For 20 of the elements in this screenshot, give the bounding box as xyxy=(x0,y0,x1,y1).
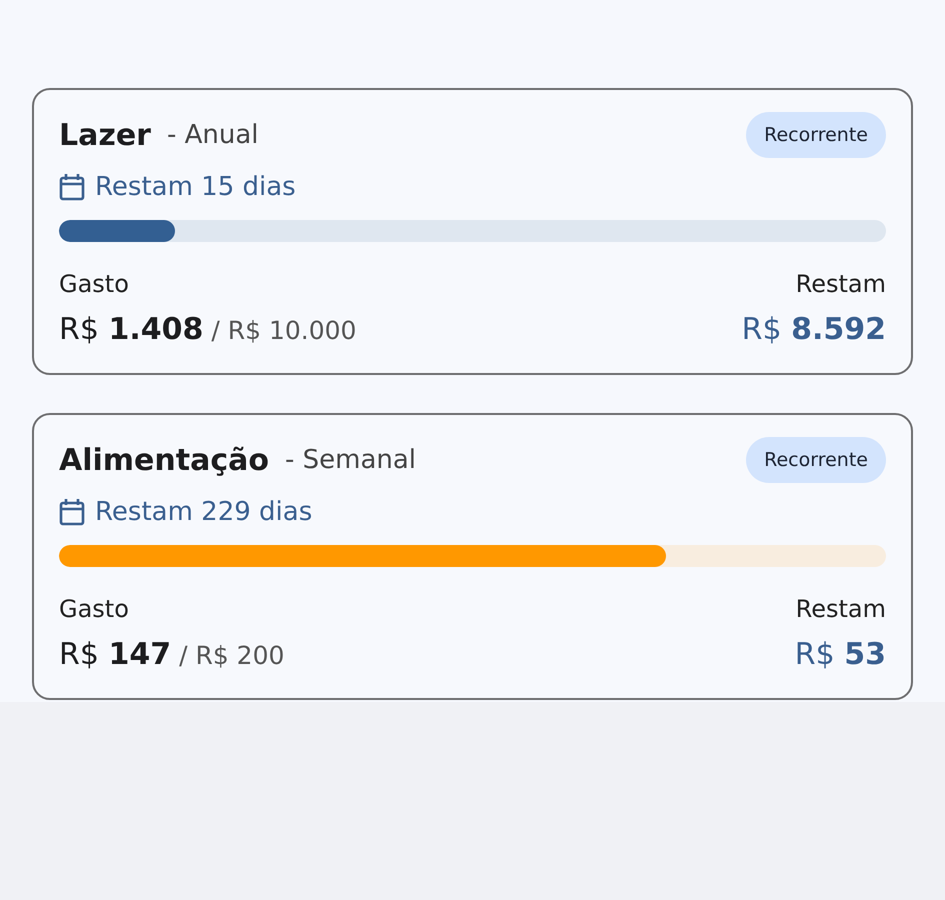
spent-amount: R$ 1.408 xyxy=(59,312,204,347)
calendar-icon xyxy=(59,498,85,526)
budget-limit: / R$ 200 xyxy=(179,641,284,670)
budget-name: Lazer xyxy=(59,118,151,152)
spent-label: Gasto xyxy=(59,270,129,298)
recurring-badge: Recorrente xyxy=(746,112,886,158)
budget-period: - Anual xyxy=(166,120,260,150)
days-left: Restam 15 dias xyxy=(95,172,296,202)
budget-period: - Semanal xyxy=(284,445,418,475)
spent-amount: R$ 147 xyxy=(59,637,172,672)
remaining-label: Restam xyxy=(796,595,886,623)
spent-label: Gasto xyxy=(59,595,129,623)
budget-limit: / R$ 10.000 xyxy=(211,316,356,345)
budget-name: Alimentação xyxy=(59,442,269,478)
remaining-amount: R$ 53 xyxy=(794,637,886,672)
recurring-badge: Recorrente xyxy=(746,437,886,483)
remaining-label: Restam xyxy=(796,270,886,298)
calendar-icon xyxy=(59,173,85,201)
remaining-amount: R$ 8.592 xyxy=(742,312,886,347)
days-left: Restam 229 dias xyxy=(95,497,312,527)
